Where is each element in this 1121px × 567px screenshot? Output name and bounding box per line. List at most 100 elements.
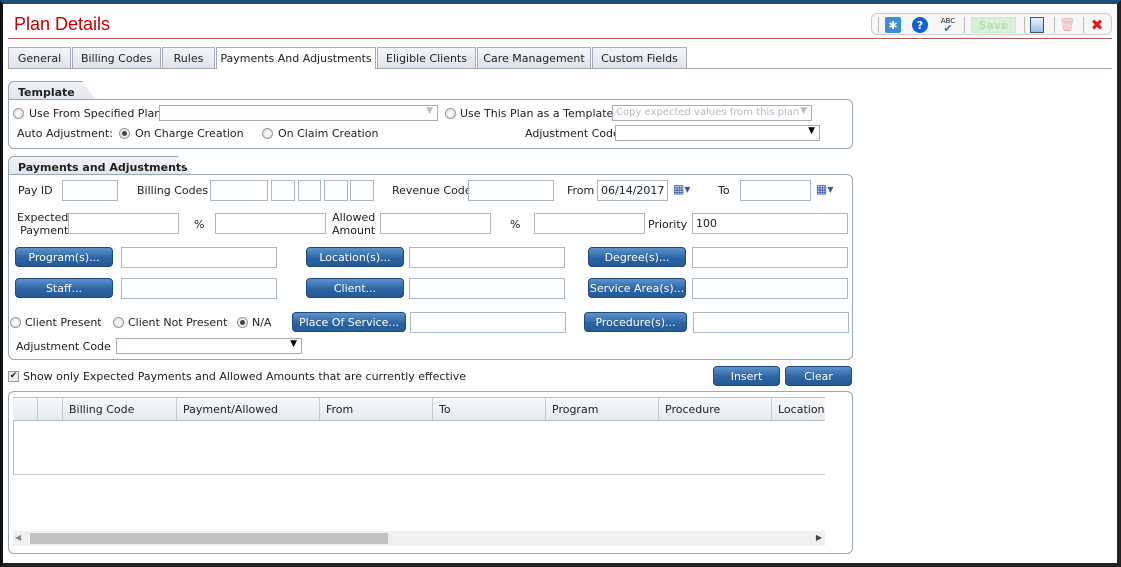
expected-payment-label: Expected Payment bbox=[17, 211, 68, 237]
to-date-input[interactable] bbox=[740, 180, 811, 201]
grid-column-program[interactable]: Program bbox=[546, 397, 659, 421]
revenue-code-input[interactable] bbox=[468, 180, 554, 201]
calendar-icon[interactable]: ▦▾ bbox=[673, 182, 690, 196]
grid-body-bottom bbox=[13, 474, 825, 475]
tab-custom-fields[interactable]: Custom Fields bbox=[592, 47, 687, 68]
payments-section-title: Payments and Adjustments bbox=[8, 156, 192, 175]
gear-icon[interactable]: ✱ bbox=[885, 17, 901, 33]
billing-code-input-2[interactable] bbox=[271, 180, 295, 201]
billing-code-input-4[interactable] bbox=[324, 180, 348, 201]
grid-column-payment-allowed[interactable]: Payment/Allowed bbox=[177, 397, 320, 421]
tab-label: Care Management bbox=[483, 51, 585, 65]
na-radio[interactable] bbox=[237, 317, 248, 328]
plan-select[interactable]: ▼ bbox=[159, 105, 438, 121]
billing-code-input-1[interactable] bbox=[210, 180, 268, 201]
allowed-percent-input[interactable] bbox=[534, 213, 645, 234]
on-charge-radio[interactable] bbox=[119, 128, 130, 139]
service-areas-button[interactable]: Service Area(s)... bbox=[588, 278, 686, 298]
allowed-amount-input[interactable] bbox=[380, 213, 491, 234]
on-charge-label: On Charge Creation bbox=[135, 127, 244, 140]
help-icon[interactable]: ? bbox=[912, 17, 928, 33]
save-button[interactable]: Save bbox=[971, 17, 1016, 33]
expected-line: Expected bbox=[17, 211, 69, 224]
client-present-label: Client Present bbox=[25, 316, 102, 329]
scroll-left-arrow[interactable]: ◀ bbox=[15, 533, 21, 542]
degrees-button[interactable]: Degree(s)... bbox=[588, 247, 686, 267]
tab-label: Billing Codes bbox=[80, 51, 153, 65]
grid-column-from[interactable]: From bbox=[320, 397, 433, 421]
procedures-button[interactable]: Procedure(s)... bbox=[584, 312, 687, 332]
client-button[interactable]: Client... bbox=[306, 278, 404, 298]
pay-id-input[interactable] bbox=[62, 180, 118, 201]
grid-column-header[interactable] bbox=[13, 397, 38, 421]
service-areas-input[interactable] bbox=[692, 278, 848, 299]
insert-button[interactable]: Insert bbox=[713, 366, 780, 386]
from-date-input[interactable]: 06/14/2017 bbox=[597, 180, 668, 201]
place-of-service-input[interactable] bbox=[410, 312, 566, 333]
use-from-plan-radio[interactable] bbox=[13, 108, 24, 119]
tab-label: Custom Fields bbox=[601, 51, 678, 65]
pay-id-label: Pay ID bbox=[18, 184, 53, 197]
billing-code-input-5[interactable] bbox=[350, 180, 374, 201]
grid-column-header[interactable] bbox=[38, 397, 63, 421]
programs-input[interactable] bbox=[121, 247, 277, 268]
copy-expected-select[interactable]: Copy expected values from this plan ▼ bbox=[612, 105, 812, 121]
tab-rules[interactable]: Rules bbox=[162, 47, 215, 68]
billing-codes-label: Billing Codes bbox=[137, 184, 209, 197]
document-icon[interactable] bbox=[1030, 17, 1044, 33]
page-title: Plan Details bbox=[14, 14, 111, 34]
allowed-amount-label: Allowed Amount bbox=[332, 211, 375, 237]
close-x-icon[interactable]: ✖ bbox=[1089, 16, 1105, 34]
adjustment-code-label: Adjustment Code bbox=[16, 340, 111, 353]
tab-billing-codes[interactable]: Billing Codes bbox=[72, 47, 161, 68]
expected-percent-input[interactable] bbox=[215, 213, 326, 234]
amount-line: Amount bbox=[332, 224, 376, 237]
tab-eligible-clients[interactable]: Eligible Clients bbox=[377, 47, 476, 68]
grid-column-to[interactable]: To bbox=[433, 397, 546, 421]
degrees-input[interactable] bbox=[692, 247, 848, 268]
expected-payment-input[interactable] bbox=[68, 213, 179, 234]
tab-general[interactable]: General bbox=[8, 47, 71, 68]
spellcheck-icon[interactable]: ABC ✔ bbox=[938, 17, 958, 35]
tab-label: Rules bbox=[173, 51, 204, 65]
use-this-plan-radio[interactable] bbox=[445, 108, 456, 119]
calendar-icon[interactable]: ▦▾ bbox=[816, 182, 833, 196]
tab-label: Payments And Adjustments bbox=[220, 52, 372, 65]
client-present-radio[interactable] bbox=[10, 317, 21, 328]
staff-input[interactable] bbox=[121, 278, 277, 299]
trash-icon[interactable]: 🗑 bbox=[1059, 17, 1076, 33]
na-label: N/A bbox=[252, 316, 272, 329]
title-divider bbox=[8, 38, 1112, 39]
staff-button[interactable]: Staff... bbox=[15, 278, 113, 298]
priority-label: Priority bbox=[648, 218, 688, 231]
procedures-input[interactable] bbox=[693, 312, 849, 333]
tab-payments-and-adjustments[interactable]: Payments And Adjustments bbox=[216, 47, 376, 69]
client-not-present-radio[interactable] bbox=[113, 317, 124, 328]
locations-button[interactable]: Location(s)... bbox=[306, 247, 404, 267]
place-of-service-button[interactable]: Place Of Service... bbox=[292, 312, 406, 332]
to-label: To bbox=[718, 184, 730, 197]
programs-button[interactable]: Program(s)... bbox=[15, 247, 113, 267]
use-from-plan-label: Use From Specified Plan bbox=[29, 107, 162, 120]
horizontal-scrollbar[interactable]: ◀ ▶ bbox=[13, 531, 825, 546]
billing-code-input-3[interactable] bbox=[298, 180, 321, 201]
grid-column-billing-code[interactable]: Billing Code bbox=[63, 397, 177, 421]
client-input[interactable] bbox=[409, 278, 565, 299]
priority-input[interactable]: 100 bbox=[692, 213, 848, 234]
on-claim-radio[interactable] bbox=[262, 128, 273, 139]
template-adjustment-code-label: Adjustment Code bbox=[525, 127, 620, 140]
adjustment-code-select[interactable]: ▼ bbox=[116, 338, 302, 354]
grid-column-procedure[interactable]: Procedure bbox=[659, 397, 772, 421]
grid-column-location[interactable]: Location bbox=[772, 397, 825, 421]
clear-button[interactable]: Clear bbox=[785, 366, 852, 386]
revenue-code-label: Revenue Code bbox=[392, 184, 472, 197]
show-effective-checkbox[interactable]: ✔ bbox=[8, 371, 19, 382]
percent-label-1: % bbox=[194, 218, 205, 231]
scroll-right-arrow[interactable]: ▶ bbox=[816, 533, 822, 542]
tab-care-management[interactable]: Care Management bbox=[477, 47, 591, 68]
copy-expected-value: Copy expected values from this plan bbox=[616, 107, 800, 118]
template-adjustment-code-select[interactable]: ▼ bbox=[615, 125, 820, 141]
locations-input[interactable] bbox=[409, 247, 565, 268]
scrollbar-thumb[interactable] bbox=[30, 533, 388, 544]
use-this-plan-label: Use This Plan as a Template bbox=[460, 107, 614, 120]
